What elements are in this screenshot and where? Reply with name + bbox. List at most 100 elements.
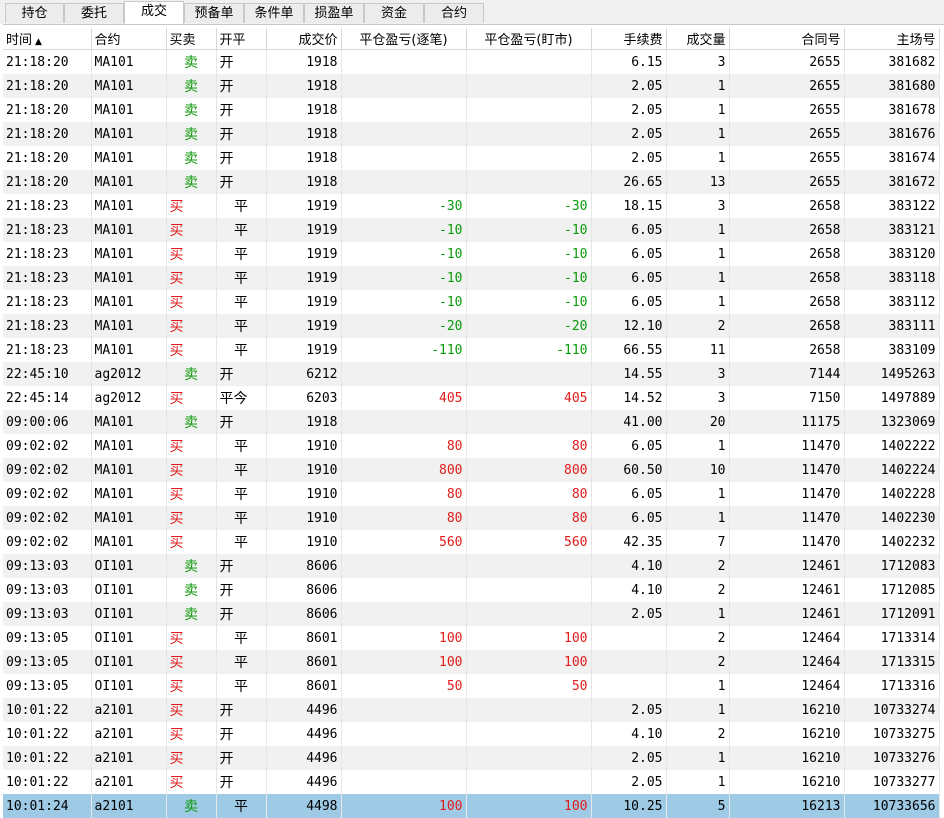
table-row[interactable]: 21:18:20 MA101 卖开 1918 26.65 13 2655 381672 (3, 170, 940, 194)
table-row[interactable]: 22:45:10 ag2012 卖开 6212 14.55 3 7144 1495263 (3, 362, 940, 386)
table-row[interactable]: 09:13:03 OI101 卖开 8606 2.05 1 12461 1712091 (3, 602, 940, 626)
cell-contract-no: 11470 (729, 530, 845, 554)
table-row[interactable]: 22:45:14 ag2012 买平今 6203 405 405 14.52 3 7150 149… (3, 386, 940, 410)
table-row[interactable]: 21:18:23 MA101 买平 1919 -10 -10 6.05 1 2658 383112 (3, 290, 940, 314)
cell-fee: 6.05 (591, 482, 667, 506)
table-row[interactable]: 09:13:05 OI101 买平 8601 50 50 1 12464 1713316 (3, 674, 940, 698)
table-row[interactable]: 21:18:20 MA101 卖开 1918 2.05 1 2655 381676 (3, 122, 940, 146)
cell-fee: 6.05 (591, 290, 667, 314)
cell-contract: MA101 (91, 242, 167, 266)
col-side[interactable]: 买卖 (166, 28, 217, 50)
table-row[interactable]: 21:18:20 MA101 卖开 1918 2.05 1 2655 381680 (3, 74, 940, 98)
tab-holdings[interactable]: 持仓 (5, 3, 64, 23)
cell-pnl-trade: 80 (341, 482, 467, 506)
table-row[interactable]: 21:18:23 MA101 买平 1919 -10 -10 6.05 1 2658 383121 (3, 218, 940, 242)
cell-price: 4498 (266, 794, 342, 818)
cell-qty: 1 (666, 434, 730, 458)
col-contract-no[interactable]: 合同号 (729, 28, 845, 50)
table-row[interactable]: 21:18:20 MA101 卖开 1918 2.05 1 2655 381678 (3, 98, 940, 122)
tab-stop-profit[interactable]: 损盈单 (304, 3, 364, 23)
cell-contract: OI101 (91, 626, 167, 650)
tab-trades[interactable]: 成交 (124, 1, 184, 24)
cell-pnl-mark: -20 (466, 314, 592, 338)
cell-pnl-trade: -30 (341, 194, 467, 218)
cell-exchange-no: 383109 (844, 338, 940, 362)
table-row[interactable]: 21:18:23 MA101 买平 1919 -20 -20 12.10 2 2658 38311… (3, 314, 940, 338)
cell-qty: 1 (666, 122, 730, 146)
col-fee[interactable]: 手续费 (591, 28, 667, 50)
table-row[interactable]: 09:02:02 MA101 买平 1910 80 80 6.05 1 11470 1402230 (3, 506, 940, 530)
cell-side: 买 (166, 722, 217, 746)
cell-contract-no: 2655 (729, 122, 845, 146)
cell-side: 卖 (166, 362, 217, 386)
table-row[interactable]: 10:01:22 a2101 买开 4496 2.05 1 16210 10733276 (3, 746, 940, 770)
table-row[interactable]: 09:02:02 MA101 买平 1910 80 80 6.05 1 11470 1402222 (3, 434, 940, 458)
tab-orders[interactable]: 委托 (64, 3, 124, 23)
cell-time: 21:18:23 (3, 242, 92, 266)
cell-time: 09:13:05 (3, 626, 92, 650)
table-row[interactable]: 21:18:23 MA101 买平 1919 -110 -110 66.55 11 2658 38… (3, 338, 940, 362)
table-row[interactable]: 21:18:20 MA101 卖开 1918 6.15 3 2655 381682 (3, 49, 940, 74)
tab-prepared[interactable]: 预备单 (184, 3, 244, 23)
cell-pnl-mark (466, 410, 592, 434)
cell-pnl-mark (466, 770, 592, 794)
col-time[interactable]: 时间 ▲ (3, 28, 92, 50)
table-row[interactable]: 21:18:20 MA101 卖开 1918 2.05 1 2655 381674 (3, 146, 940, 170)
cell-pnl-mark: -10 (466, 218, 592, 242)
table-row[interactable]: 21:18:23 MA101 买平 1919 -10 -10 6.05 1 2658 383120 (3, 242, 940, 266)
table-row[interactable]: 09:13:03 OI101 卖开 8606 4.10 2 12461 1712085 (3, 578, 940, 602)
cell-price: 1918 (266, 74, 342, 98)
table-row[interactable]: 09:02:02 MA101 买平 1910 80 80 6.05 1 11470 1402228 (3, 482, 940, 506)
cell-price: 8606 (266, 578, 342, 602)
table-row[interactable]: 09:13:05 OI101 买平 8601 100 100 2 12464 1713314 (3, 626, 940, 650)
col-price[interactable]: 成交价 (266, 28, 342, 50)
table-row[interactable]: 09:00:06 MA101 卖开 1918 41.00 20 11175 1323069 (3, 410, 940, 434)
cell-side: 买 (166, 242, 217, 266)
col-pnl-trade[interactable]: 平仓盈亏(逐笔) (341, 28, 467, 50)
cell-qty: 3 (666, 386, 730, 410)
cell-price: 8606 (266, 554, 342, 578)
cell-time: 10:01:22 (3, 698, 92, 722)
cell-contract-no: 16210 (729, 770, 845, 794)
table-row[interactable]: 09:13:03 OI101 卖开 8606 4.10 2 12461 1712083 (3, 554, 940, 578)
table-row[interactable]: 10:01:24 a2101 卖平 4498 100 100 10.25 5 16213 1073… (3, 794, 940, 818)
col-contract[interactable]: 合约 (91, 28, 167, 50)
cell-price: 4496 (266, 770, 342, 794)
cell-side: 卖 (166, 554, 217, 578)
table-row[interactable]: 21:18:23 MA101 买平 1919 -10 -10 6.05 1 2658 383118 (3, 266, 940, 290)
tab-conditional[interactable]: 条件单 (244, 3, 304, 23)
cell-contract-no: 2655 (729, 170, 845, 194)
col-qty[interactable]: 成交量 (666, 28, 730, 50)
cell-contract-no: 2658 (729, 194, 845, 218)
table-row[interactable]: 10:01:22 a2101 买开 4496 2.05 1 16210 10733277 (3, 770, 940, 794)
table-row[interactable]: 09:13:05 OI101 买平 8601 100 100 2 12464 1713315 (3, 650, 940, 674)
cell-exchange-no: 381682 (844, 49, 940, 74)
cell-pnl-trade (341, 49, 467, 74)
table-row[interactable]: 21:18:23 MA101 买平 1919 -30 -30 18.15 3 2658 38312… (3, 194, 940, 218)
cell-exchange-no: 381678 (844, 98, 940, 122)
cell-pnl-trade (341, 98, 467, 122)
cell-price: 6212 (266, 362, 342, 386)
cell-side: 买 (166, 338, 217, 362)
table-row[interactable]: 10:01:22 a2101 买开 4496 4.10 2 16210 10733275 (3, 722, 940, 746)
col-exchange-no[interactable]: 主场号 (844, 28, 940, 50)
cell-pnl-mark: 560 (466, 530, 592, 554)
cell-open-close: 开 (216, 698, 267, 722)
col-pnl-mark[interactable]: 平仓盈亏(盯市) (466, 28, 592, 50)
table-row[interactable]: 09:02:02 MA101 买平 1910 800 800 60.50 10 11470 140… (3, 458, 940, 482)
tab-funds[interactable]: 资金 (364, 3, 424, 23)
cell-contract: MA101 (91, 290, 167, 314)
cell-pnl-trade: 560 (341, 530, 467, 554)
cell-price: 1910 (266, 434, 342, 458)
table-row[interactable]: 09:02:02 MA101 买平 1910 560 560 42.35 7 11470 1402… (3, 530, 940, 554)
col-open-close[interactable]: 开平 (216, 28, 267, 50)
cell-contract-no: 2658 (729, 314, 845, 338)
cell-contract-no: 16213 (729, 794, 845, 818)
cell-exchange-no: 383118 (844, 266, 940, 290)
tab-bar: 持仓 委托 成交 预备单 条件单 损盈单 资金 合约 (0, 0, 944, 25)
table-row[interactable]: 10:01:22 a2101 买开 4496 2.05 1 16210 10733274 (3, 698, 940, 722)
cell-exchange-no: 1713316 (844, 674, 940, 698)
cell-time: 21:18:23 (3, 338, 92, 362)
column-label: 主场号 (896, 33, 936, 48)
tab-contracts[interactable]: 合约 (424, 3, 484, 23)
